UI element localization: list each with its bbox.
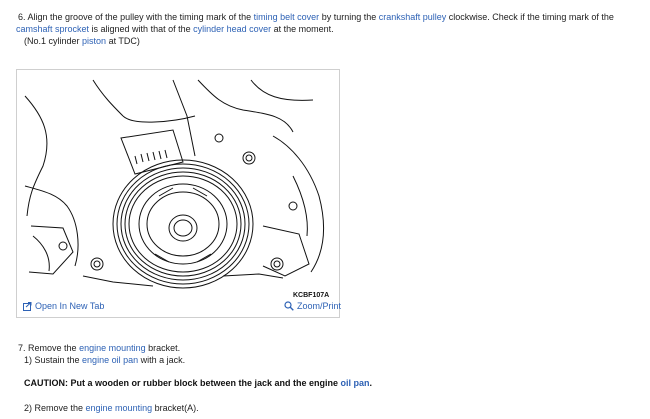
open-in-new-tab-button[interactable]: Open In New Tab — [23, 301, 104, 311]
link-camshaft-sprocket[interactable]: camshaft sprocket — [16, 24, 89, 34]
link-crankshaft-pulley[interactable]: crankshaft pulley — [379, 12, 447, 22]
step6-line3: (No.1 cylinder piston at TDC) — [24, 36, 140, 46]
zoom-print-label: Zoom/Print — [297, 301, 342, 311]
link-oil-pan[interactable]: oil pan — [341, 378, 370, 388]
figure-panel: KCBF107A Open In New Tab Zoom/Print — [16, 69, 341, 318]
link-piston[interactable]: piston — [82, 36, 106, 46]
crankshaft-pulley-illustration — [24, 79, 325, 289]
link-engine-mounting[interactable]: engine mounting — [79, 343, 146, 353]
step7-sub1: 1) Sustain the engine oil pan with a jac… — [24, 355, 186, 365]
step6-line1: 6. Align the groove of the pulley with t… — [18, 12, 614, 22]
magnifier-icon — [284, 301, 294, 311]
link-engine-oil-pan[interactable]: engine oil pan — [82, 355, 138, 365]
step7-line1: 7. Remove the engine mounting bracket. — [18, 343, 181, 353]
step6-line2: camshaft sprocket is aligned with that o… — [16, 24, 334, 34]
step6-number: 6. — [18, 12, 26, 22]
step7-number: 7. — [18, 343, 26, 353]
figure-toolbar: Open In New Tab Zoom/Print — [17, 301, 341, 315]
figure-code: KCBF107A — [293, 292, 330, 299]
link-engine-mounting-2[interactable]: engine mounting — [86, 403, 153, 413]
open-tab-icon — [23, 301, 32, 311]
open-in-new-tab-label: Open In New Tab — [35, 301, 105, 311]
zoom-print-button[interactable]: Zoom/Print — [284, 301, 341, 311]
link-cylinder-head-cover[interactable]: cylinder head cover — [193, 24, 271, 34]
step7-sub2: 2) Remove the engine mounting bracket(A)… — [24, 403, 199, 413]
link-timing-belt-cover[interactable]: timing belt cover — [254, 12, 320, 22]
caution-note: CAUTION: Put a wooden or rubber block be… — [24, 378, 373, 388]
